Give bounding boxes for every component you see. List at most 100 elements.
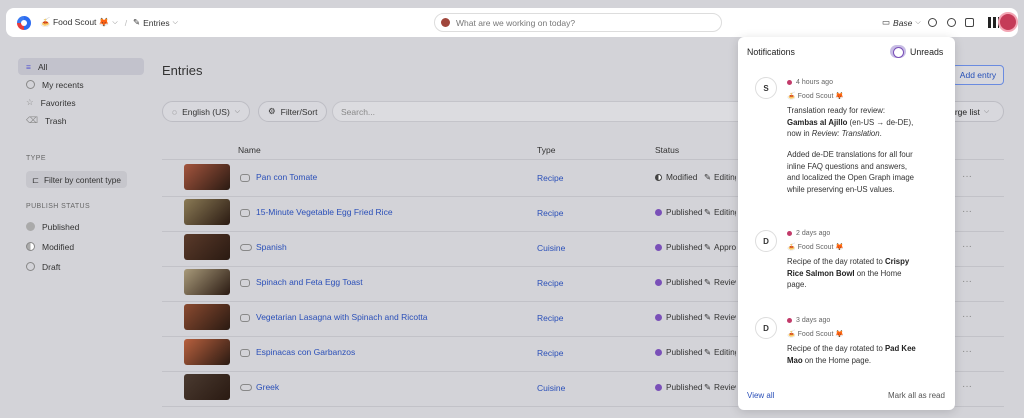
column-header-status[interactable]: Status xyxy=(655,145,679,155)
notification-workspace: 🍝 Food Scout 🦊 xyxy=(787,93,845,100)
notification-time-label: 4 hours ago xyxy=(796,79,833,86)
sidebar-item-favorites[interactable]: ☆ Favorites xyxy=(18,94,144,111)
locale-selector[interactable]: ◌ English (US) ⌵ xyxy=(162,101,251,122)
workflow-step: ✎Review xyxy=(704,382,736,392)
notification-text: Recipe of the day rotated to Pad Kee Mao… xyxy=(787,343,917,366)
row-more-icon[interactable]: ··· xyxy=(962,381,972,392)
entry-type[interactable]: Cuisine xyxy=(537,243,565,253)
entry-title[interactable]: Vegetarian Lasagna with Spinach and Rico… xyxy=(256,312,428,322)
user-avatar[interactable] xyxy=(998,12,1018,32)
history-icon[interactable] xyxy=(928,18,937,27)
published-icon xyxy=(26,222,35,231)
entry-title[interactable]: Pan con Tomate xyxy=(256,172,317,182)
notification-time-label: 2 days ago xyxy=(796,230,831,237)
status-badge: Published xyxy=(655,382,702,392)
text-part: Recipe of the day rotated to xyxy=(787,344,885,353)
sidebar-item-all[interactable]: ≡ All xyxy=(18,58,144,75)
entry-link[interactable]: Gambas al Ajillo xyxy=(787,118,847,127)
entry-type[interactable]: Cuisine xyxy=(537,383,565,393)
bell-icon[interactable] xyxy=(947,18,956,27)
workspace-switcher[interactable]: 🍝 Food Scout 🦊 ⌵ / xyxy=(40,17,127,28)
entry-type[interactable]: Recipe xyxy=(537,313,563,323)
recipe-icon xyxy=(240,174,250,182)
status-filter-label: Published xyxy=(42,221,80,232)
chat-icon[interactable] xyxy=(965,18,974,27)
row-more-icon[interactable]: ··· xyxy=(962,206,972,217)
column-header-type[interactable]: Type xyxy=(537,145,555,155)
status-badge: Published xyxy=(655,242,702,252)
notification-text: Recipe of the day rotated to Crispy Rice… xyxy=(787,256,917,291)
entry-title[interactable]: Greek xyxy=(256,382,279,392)
entry-type[interactable]: Recipe xyxy=(537,348,563,358)
filter-sort-label: Filter/Sort xyxy=(280,106,318,117)
trash-icon: ⌫ xyxy=(26,115,39,125)
assistant-icon xyxy=(441,18,450,27)
command-search[interactable]: What are we working on today? xyxy=(434,13,722,32)
entry-title[interactable]: 15-Minute Vegetable Egg Fried Rice xyxy=(256,207,393,217)
sidebar-item-label: Favorites xyxy=(40,97,76,108)
column-header-name[interactable]: Name xyxy=(238,145,261,155)
status-filter-modified[interactable]: Modified xyxy=(18,238,144,255)
chevron-down-icon: ⌵ xyxy=(234,107,241,115)
status-badge: Published xyxy=(655,207,702,217)
filter-button-label: Filter by content type xyxy=(43,174,121,185)
app-logo-icon[interactable] xyxy=(17,16,31,30)
row-more-icon[interactable]: ··· xyxy=(962,171,972,182)
filter-by-content-type-button[interactable]: ⊏ Filter by content type xyxy=(26,171,127,188)
cuisine-icon xyxy=(240,384,252,391)
entry-type[interactable]: Recipe xyxy=(537,208,563,218)
entries-search-placeholder: Search... xyxy=(341,106,376,117)
entry-thumbnail xyxy=(184,164,230,190)
entry-thumbnail xyxy=(184,304,230,330)
chevron-down-icon: ⌵ xyxy=(915,18,921,26)
entry-thumbnail xyxy=(184,339,230,365)
top-bar: 🍝 Food Scout 🦊 ⌵ / ✎ Entries ⌵ What are … xyxy=(6,8,1018,37)
unreads-toggle[interactable]: Unreads xyxy=(890,45,943,58)
type-heading: TYPE xyxy=(26,155,46,162)
toggle-switch[interactable] xyxy=(890,45,906,58)
chevron-down-icon: ⌵ xyxy=(172,18,178,26)
row-more-icon[interactable]: ··· xyxy=(962,241,972,252)
status-badge: Published xyxy=(655,347,702,357)
branch-selector[interactable]: ▭ Base ⌵ xyxy=(882,17,921,28)
workflow-icon: ✎ xyxy=(704,207,711,217)
entry-title[interactable]: Spanish xyxy=(256,242,287,252)
status-filter-draft[interactable]: Draft xyxy=(18,258,144,275)
row-more-icon[interactable]: ··· xyxy=(962,346,972,357)
breadcrumb-separator: / xyxy=(124,17,128,28)
view-all-link[interactable]: View all xyxy=(747,391,774,400)
row-more-icon[interactable]: ··· xyxy=(962,276,972,287)
status-dot-icon xyxy=(655,243,662,251)
recipe-icon xyxy=(240,314,250,322)
entries-search-input[interactable]: Search... xyxy=(332,101,752,122)
filter-sort-button[interactable]: ⚙ Filter/Sort xyxy=(258,101,328,122)
sidebar-item-my-recents[interactable]: My recents xyxy=(18,76,144,93)
entry-type[interactable]: Recipe xyxy=(537,173,563,183)
sidebar: ≡ All My recents ☆ Favorites ⌫ Trash TYP… xyxy=(0,50,150,418)
status-filter-label: Modified xyxy=(42,241,75,252)
workflow-label: Review xyxy=(713,312,736,322)
entry-type[interactable]: Recipe xyxy=(537,278,563,288)
entry-title[interactable]: Spinach and Feta Egg Toast xyxy=(256,277,363,287)
draft-icon xyxy=(26,262,35,271)
section-label: Entries xyxy=(143,17,170,28)
notification-time: 4 hours ago xyxy=(787,79,833,86)
section-switcher[interactable]: ✎ Entries ⌵ xyxy=(133,17,178,28)
status-dot-icon xyxy=(655,383,662,391)
notification-detail: Added de-DE translations for all four in… xyxy=(787,150,914,195)
text-part: on the Home page. xyxy=(802,355,872,365)
status-badge: Published xyxy=(655,277,702,287)
tag-icon: ⊏ xyxy=(32,174,39,185)
app: 🍝 Food Scout 🦊 ⌵ / ✎ Entries ⌵ What are … xyxy=(0,0,1024,418)
row-more-icon[interactable]: ··· xyxy=(962,311,972,322)
status-filter-published[interactable]: Published xyxy=(18,218,144,235)
mark-all-read-button[interactable]: Mark all as read xyxy=(888,391,945,400)
add-entry-button[interactable]: Add entry xyxy=(952,65,1004,85)
sidebar-item-label: My recents xyxy=(42,79,84,90)
notification-time: 2 days ago xyxy=(787,230,830,237)
cuisine-icon xyxy=(240,244,252,251)
globe-icon: ◌ xyxy=(172,106,178,117)
entry-title[interactable]: Espinacas con Garbanzos xyxy=(256,347,355,357)
status-label: Published xyxy=(666,347,703,357)
sidebar-item-trash[interactable]: ⌫ Trash xyxy=(18,112,144,129)
